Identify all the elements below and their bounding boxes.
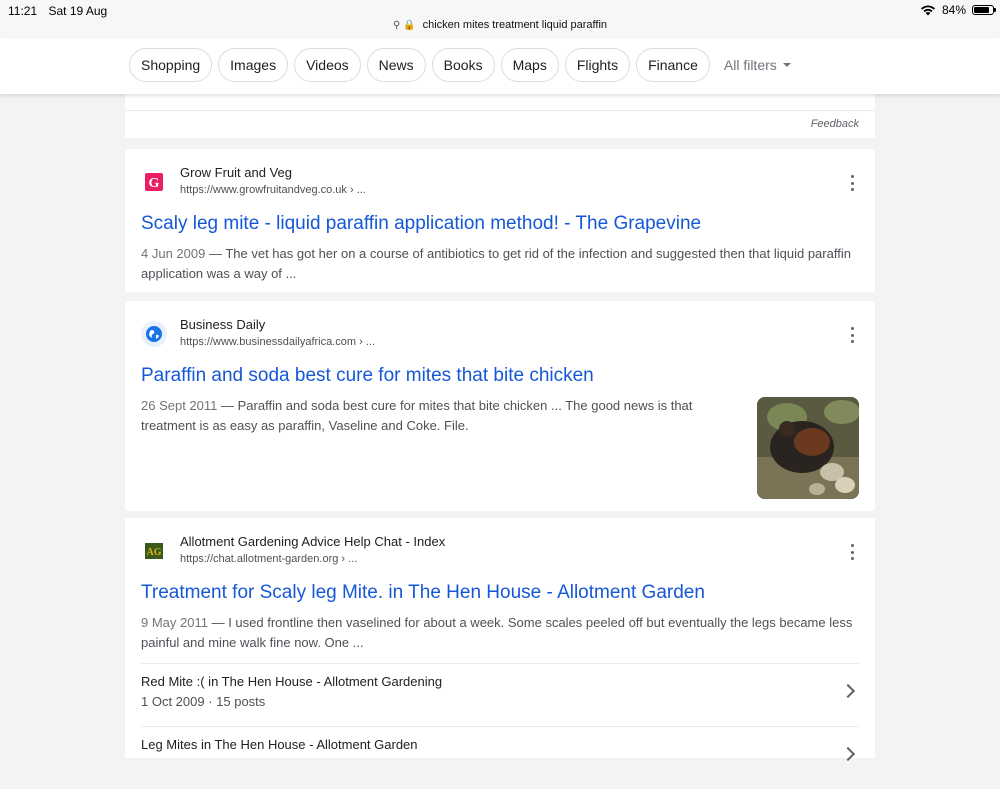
site-name: Allotment Gardening Advice Help Chat - I… xyxy=(180,534,446,549)
result-snippet: 26 Sept 2011 — Paraffin and soda best cu… xyxy=(141,398,693,433)
chip-images[interactable]: Images xyxy=(218,48,289,82)
sub-result-link[interactable]: Leg Mites in The Hen House - Allotment G… xyxy=(141,726,859,789)
all-filters-label: All filters xyxy=(723,57,777,73)
result-date: 9 May 2011 xyxy=(141,615,208,630)
lock-icon: ⚲ 🔒 xyxy=(392,20,416,31)
result-source[interactable]: G Grow Fruit and Veg https://www.growfru… xyxy=(141,165,859,205)
site-url: https://chat.allotment-garden.org › ... xyxy=(180,553,358,565)
search-result: Business Daily https://www.businessdaily… xyxy=(125,301,875,511)
status-date: Sat 19 Aug xyxy=(48,4,108,18)
chip-finance[interactable]: Finance xyxy=(636,48,710,82)
grow-fruit-veg-logo-icon: G xyxy=(141,169,167,195)
feedback-card: Feedback xyxy=(125,94,875,138)
chip-flights[interactable]: Flights xyxy=(564,48,631,82)
more-vert-icon[interactable] xyxy=(851,175,855,191)
svg-text:G: G xyxy=(149,176,160,191)
search-result: G Grow Fruit and Veg https://www.growfru… xyxy=(125,149,875,292)
search-result: AG Allotment Gardening Advice Help Chat … xyxy=(125,518,875,762)
status-indicators: 84% xyxy=(920,3,996,17)
caret-down-icon xyxy=(782,63,791,67)
chevron-right-icon xyxy=(840,683,856,699)
result-source[interactable]: AG Allotment Gardening Advice Help Chat … xyxy=(141,534,859,574)
snippet-text: The vet has got her on a course of antib… xyxy=(141,246,851,281)
chip-videos[interactable]: Videos xyxy=(294,48,361,82)
divider xyxy=(125,110,875,111)
url-bar[interactable]: ⚲ 🔒 chicken mites treatment liquid paraf… xyxy=(0,19,1000,31)
snippet-text: I used frontline then vaselined for abou… xyxy=(141,615,853,650)
more-vert-icon[interactable] xyxy=(851,544,855,560)
result-date: 26 Sept 2011 xyxy=(141,398,218,413)
url-query[interactable]: chicken mites treatment liquid paraffin xyxy=(423,19,607,31)
chip-books[interactable]: Books xyxy=(431,48,495,82)
status-bar: 11:21 Sat 19 Aug 84% ⚲ 🔒 chicken mites t… xyxy=(0,0,1000,38)
sub-result-meta: 1 Oct 2009 · 15 posts xyxy=(141,694,266,709)
more-vert-icon[interactable] xyxy=(851,327,855,343)
battery-fill xyxy=(974,7,990,13)
site-name: Business Daily xyxy=(180,317,266,332)
result-thumbnail-image[interactable] xyxy=(757,397,859,499)
site-name: Grow Fruit and Veg xyxy=(180,165,292,180)
snippet-text: Paraffin and soda best cure for mites th… xyxy=(141,398,693,433)
chip-shopping[interactable]: Shopping xyxy=(129,48,213,82)
battery-percent: 84% xyxy=(941,3,966,17)
chip-news[interactable]: News xyxy=(366,48,426,82)
result-title-link[interactable]: Treatment for Scaly leg Mite. in The Hen… xyxy=(141,581,859,605)
result-title-link[interactable]: Scaly leg mite - liquid paraffin applica… xyxy=(141,212,859,236)
wifi-icon xyxy=(920,5,935,16)
site-url: https://www.businessdailyafrica.com › ..… xyxy=(180,336,376,348)
chevron-right-icon xyxy=(840,746,856,762)
result-title-link[interactable]: Paraffin and soda best cure for mites th… xyxy=(141,364,859,388)
feedback-link[interactable]: Feedback xyxy=(811,118,859,130)
sub-result-link[interactable]: Red Mite :( in The Hen House - Allotment… xyxy=(141,663,859,726)
chip-maps[interactable]: Maps xyxy=(500,48,559,82)
result-source[interactable]: Business Daily https://www.businessdaily… xyxy=(141,317,859,357)
filter-bar: Shopping Images Videos News Books Maps F… xyxy=(0,38,1000,94)
status-time: 11:21 xyxy=(8,4,38,18)
battery-icon xyxy=(972,5,996,15)
status-time-date: 11:21 Sat 19 Aug xyxy=(8,4,107,18)
globe-icon xyxy=(141,321,167,347)
filter-chips: Shopping Images Videos News Books Maps F… xyxy=(129,48,791,82)
sub-result-title: Red Mite :( in The Hen House - Allotment… xyxy=(141,674,443,689)
result-date: 4 Jun 2009 xyxy=(141,246,206,261)
result-snippet: 4 Jun 2009 — The vet has got her on a co… xyxy=(141,246,851,281)
allotment-garden-logo-icon: AG xyxy=(141,538,167,564)
all-filters-button[interactable]: All filters xyxy=(724,57,791,73)
result-snippet: 9 May 2011 — I used frontline then vasel… xyxy=(141,615,853,650)
svg-text:AG: AG xyxy=(147,547,162,558)
site-url: https://www.growfruitandveg.co.uk › ... xyxy=(180,184,366,196)
